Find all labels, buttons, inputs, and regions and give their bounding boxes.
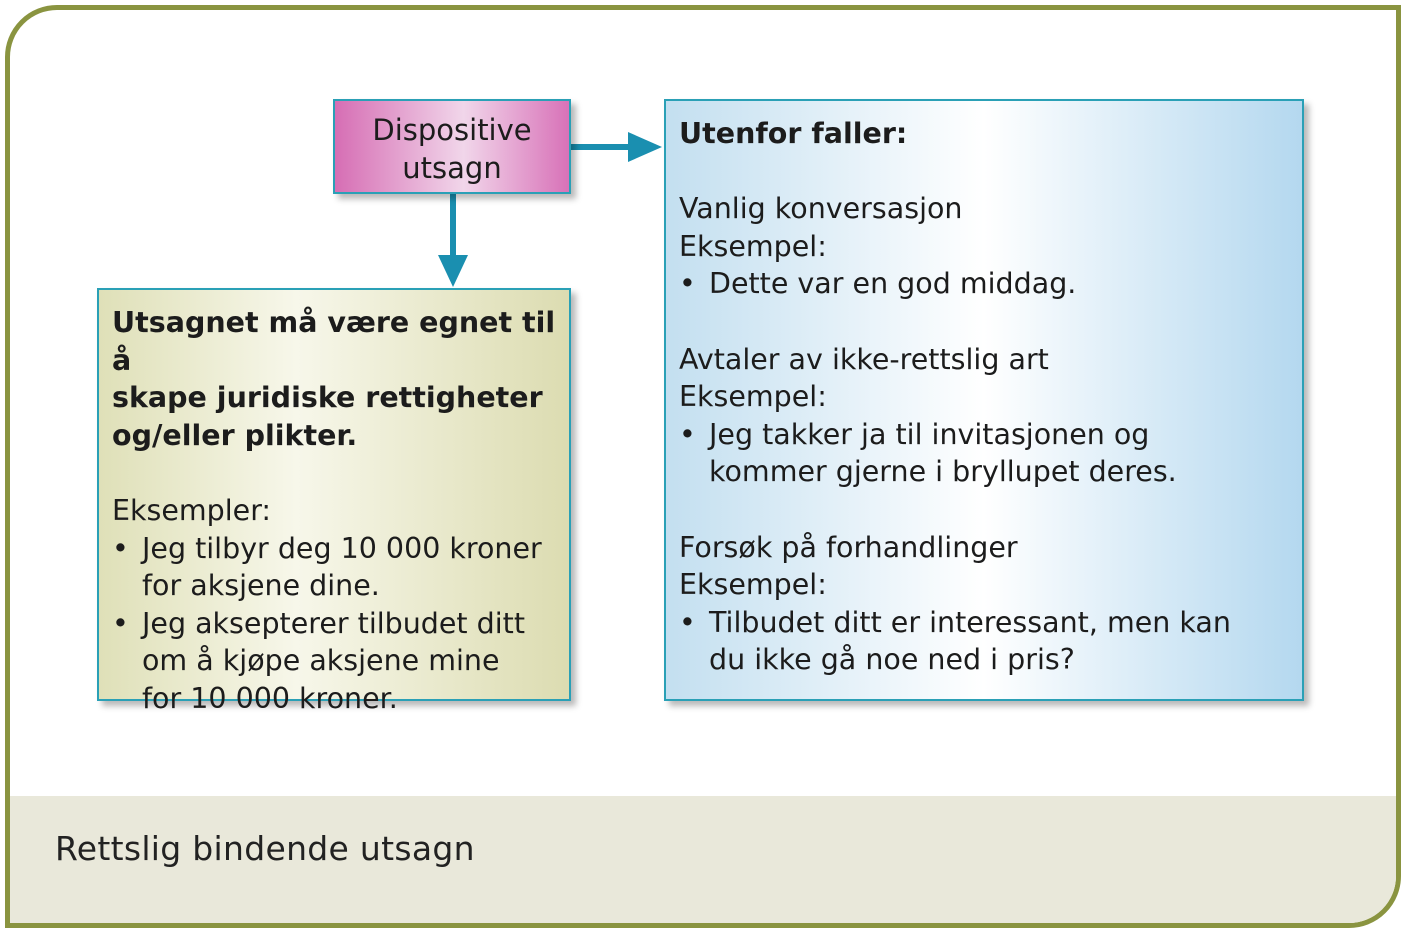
arrow-right-head	[628, 132, 662, 162]
item-line: kommer gjerne i bryllupet deres.	[709, 455, 1177, 489]
requirement-box: Utsagnet må være egnet til å skape jurid…	[97, 288, 571, 715]
section-title: Avtaler av ikke-rettslig art	[679, 342, 1049, 376]
section-non-legal-agreements: Avtaler av ikke-rettslig art Eksempel: •…	[679, 341, 1290, 491]
requirement-heading: Utsagnet må være egnet til å skape jurid…	[112, 304, 557, 454]
list-item: • Jeg takker ja til invitasjonen og komm…	[679, 416, 1290, 491]
heading-line: Utsagnet må være egnet til å	[112, 306, 556, 377]
list-item: • Tilbudet ditt er interessant, men kan …	[679, 604, 1290, 679]
dispositive-line2: utsagn	[402, 151, 502, 185]
item-line: for aksjene dine.	[142, 569, 380, 603]
bullet: •	[679, 605, 696, 639]
item-line: for 10 000 kroner.	[142, 681, 398, 715]
item-line: Jeg takker ja til invitasjonen og	[709, 417, 1150, 451]
item-line: Tilbudet ditt er interessant, men kan	[709, 605, 1231, 639]
section-label: Eksempel:	[679, 568, 827, 602]
bullet: •	[679, 417, 696, 451]
section-negotiations: Forsøk på forhandlinger Eksempel: • Tilb…	[679, 529, 1290, 679]
excluded-heading: Utenfor faller:	[679, 117, 908, 150]
item-line: om å kjøpe aksjene mine	[142, 644, 500, 678]
section-label: Eksempel:	[679, 380, 827, 414]
list-item: • Dette var en god middag.	[679, 265, 1290, 303]
section-label: Eksempel:	[679, 229, 827, 263]
section-title: Vanlig konversasjon	[679, 192, 963, 226]
section-conversation: Vanlig konversasjon Eksempel: • Dette va…	[679, 190, 1290, 303]
excluded-box: Utenfor faller: Vanlig konversasjon Ekse…	[664, 99, 1304, 701]
list-item: • Jeg aksepterer tilbudet ditt om å kjøp…	[112, 605, 557, 718]
dispositive-box: Dispositive utsagn	[333, 99, 571, 194]
bullet: •	[112, 531, 129, 565]
list-item: • Jeg tilbyr deg 10 000 kroner for aksje…	[112, 530, 557, 605]
item-line: Dette var en god middag.	[709, 267, 1077, 301]
arrow-down-head	[438, 255, 468, 287]
bullet: •	[112, 606, 129, 640]
heading-line: skape juridiske rettigheter	[112, 381, 543, 415]
section-title: Forsøk på forhandlinger	[679, 530, 1018, 564]
examples-label: Eksempler:	[112, 493, 272, 527]
examples-list: • Jeg tilbyr deg 10 000 kroner for aksje…	[112, 530, 557, 718]
dispositive-line1: Dispositive	[372, 113, 532, 147]
bullet: •	[679, 267, 696, 301]
heading-line: og/eller plikter.	[112, 418, 358, 452]
item-line: du ikke gå noe ned i pris?	[709, 643, 1075, 677]
item-line: Jeg aksepterer tilbudet ditt	[142, 606, 526, 640]
item-line: Jeg tilbyr deg 10 000 kroner	[142, 531, 542, 565]
